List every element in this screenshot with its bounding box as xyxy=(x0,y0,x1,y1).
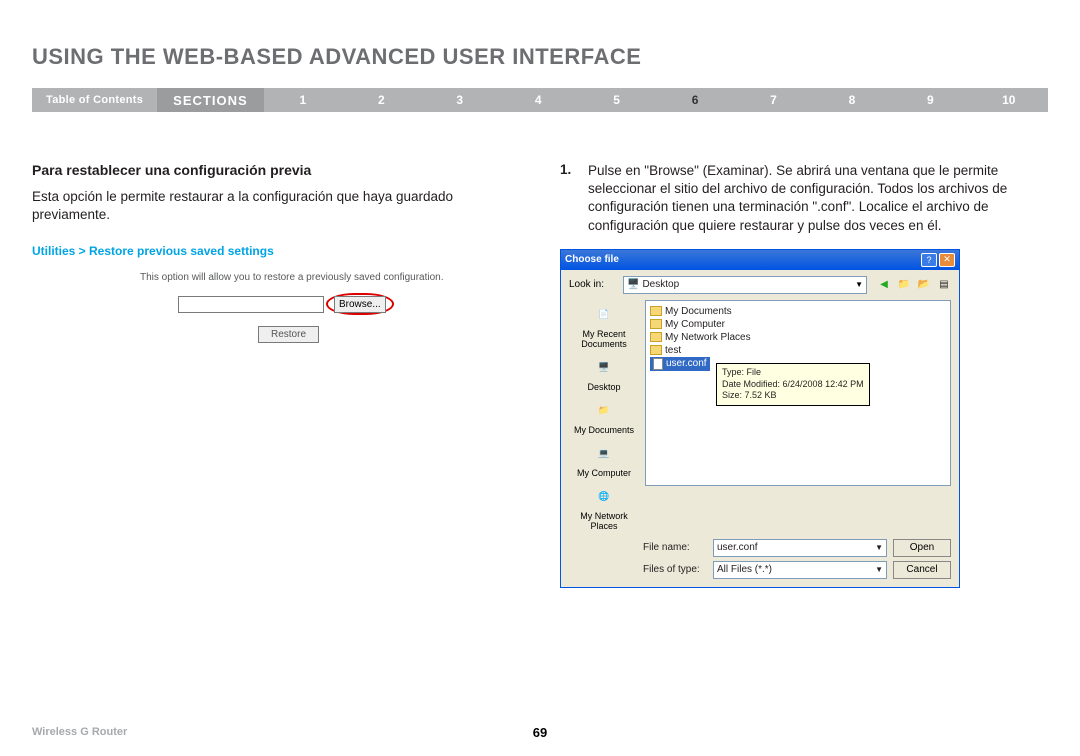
list-item: My Network Places xyxy=(650,331,946,344)
back-icon[interactable]: ◀ xyxy=(877,278,891,292)
list-item: My Documents xyxy=(650,305,946,318)
file-path-input[interactable] xyxy=(178,296,324,313)
filetype-label: Files of type: xyxy=(643,564,707,575)
intro-paragraph: Esta opción le permite restaurar a la co… xyxy=(32,188,520,224)
lookin-value: Desktop xyxy=(642,279,679,290)
section-navbar: Table of Contents SECTIONS 1 2 3 4 5 6 7… xyxy=(32,88,1048,112)
settings-breadcrumb: Utilities > Restore previous saved setti… xyxy=(32,244,520,258)
subheading: Para restablecer una configuración previ… xyxy=(32,162,520,178)
sidebar-mycomputer[interactable]: 💻My Computer xyxy=(569,439,639,480)
footer-product: Wireless G Router xyxy=(32,726,127,738)
desktop-icon: 🖥️ xyxy=(627,279,639,290)
file-list[interactable]: My Documents My Computer My Network Plac… xyxy=(645,300,951,486)
folder-icon xyxy=(650,319,662,329)
new-folder-icon[interactable]: 📂 xyxy=(917,278,931,292)
nav-section-7[interactable]: 7 xyxy=(734,93,812,107)
nav-sections-label: SECTIONS xyxy=(157,88,263,112)
nav-section-9[interactable]: 9 xyxy=(891,93,969,107)
step-number: 1. xyxy=(560,162,588,235)
close-icon[interactable]: ✕ xyxy=(939,253,955,267)
up-folder-icon[interactable]: 📁 xyxy=(897,278,911,292)
filetype-combo[interactable]: All Files (*.*)▼ xyxy=(713,561,887,579)
list-item-selected: user.conf xyxy=(650,357,710,371)
nav-section-4[interactable]: 4 xyxy=(499,93,577,107)
option-caption: This option will allow you to restore a … xyxy=(140,272,520,283)
folder-icon xyxy=(650,332,662,342)
lookin-label: Look in: xyxy=(569,279,617,290)
cancel-button[interactable]: Cancel xyxy=(893,561,951,579)
filename-label: File name: xyxy=(643,542,707,553)
list-item: test xyxy=(650,344,946,357)
sidebar-desktop[interactable]: 🖥️Desktop xyxy=(569,353,639,394)
browse-button[interactable]: Browse... xyxy=(334,296,386,313)
dialog-title: Choose file xyxy=(565,254,619,265)
nav-section-8[interactable]: 8 xyxy=(813,93,891,107)
chevron-down-icon: ▼ xyxy=(855,280,863,289)
nav-section-2[interactable]: 2 xyxy=(342,93,420,107)
folder-icon xyxy=(650,306,662,316)
nav-section-6[interactable]: 6 xyxy=(656,93,734,107)
sidebar-mydocs[interactable]: 📁My Documents xyxy=(569,396,639,437)
step-text: Pulse en "Browse" (Examinar). Se abrirá … xyxy=(588,162,1048,235)
lookin-combo[interactable]: 🖥️ Desktop ▼ xyxy=(623,276,867,294)
nav-section-10[interactable]: 10 xyxy=(970,93,1048,107)
file-chooser-dialog: Choose file ? ✕ Look in: 🖥️ Desktop ▼ xyxy=(560,249,960,588)
folder-icon xyxy=(650,345,662,355)
nav-toc[interactable]: Table of Contents xyxy=(32,94,157,106)
sidebar-network[interactable]: 🌐My Network Places xyxy=(569,482,639,533)
file-icon xyxy=(653,358,663,370)
nav-section-3[interactable]: 3 xyxy=(421,93,499,107)
restore-button[interactable]: Restore xyxy=(258,326,319,343)
sidebar-recent[interactable]: 📄My Recent Documents xyxy=(569,300,639,351)
page-heading: USING THE WEB-BASED ADVANCED USER INTERF… xyxy=(32,44,1048,70)
nav-section-1[interactable]: 1 xyxy=(264,93,342,107)
filename-input[interactable]: user.conf▼ xyxy=(713,539,887,557)
nav-section-5[interactable]: 5 xyxy=(577,93,655,107)
page-number: 69 xyxy=(533,725,547,740)
list-item: My Computer xyxy=(650,318,946,331)
open-button[interactable]: Open xyxy=(893,539,951,557)
browse-highlight-circle: Browse... xyxy=(326,293,394,315)
help-icon[interactable]: ? xyxy=(921,253,937,267)
file-tooltip: Type: File Date Modified: 6/24/2008 12:4… xyxy=(716,363,870,406)
view-menu-icon[interactable]: ▤ xyxy=(937,278,951,292)
